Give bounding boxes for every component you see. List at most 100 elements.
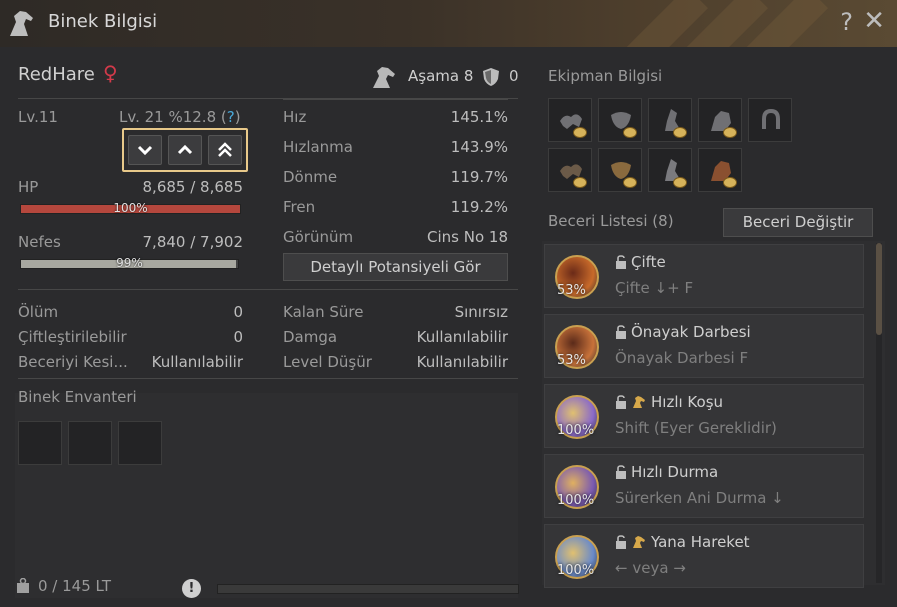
inventory-slot[interactable] [68, 421, 112, 465]
hp-bar: 100% [20, 201, 241, 215]
equip-slot-armor[interactable] [698, 98, 742, 142]
equip-slot-barding[interactable] [648, 98, 692, 142]
stat-label: Hız [283, 108, 307, 126]
equip-slot-saddle-cosmetic[interactable] [548, 148, 592, 192]
skill-progress: 53% [557, 353, 586, 368]
skill-description: Çifte ↓+ F [615, 279, 694, 297]
chevron-up-icon [177, 145, 193, 155]
horse-head-icon [373, 67, 395, 88]
coin-icon [573, 177, 587, 188]
coin-icon [623, 177, 637, 188]
window-title: Binek Bilgisi [48, 11, 158, 32]
inventory-slot[interactable] [18, 421, 62, 465]
equip-slot-armor-cosmetic[interactable] [698, 148, 742, 192]
coin-icon [573, 127, 587, 138]
skill-scrollbar-track[interactable] [876, 243, 882, 583]
help-button[interactable]: ? [840, 8, 853, 36]
skill-card[interactable]: 100% Hızlı Durma Sürerken Ani Durma ↓ [544, 454, 864, 518]
level-label: Lv.11 [18, 108, 58, 126]
stamina-percent: 99% [116, 256, 143, 270]
stat-value: 143.9% [450, 138, 508, 156]
horseshoe-icon [762, 108, 780, 129]
info-label: Level Düşür [283, 353, 372, 371]
stat-value: 119.2% [450, 198, 508, 216]
skill-scrollbar-thumb[interactable] [876, 243, 882, 335]
skill-card[interactable]: 53% Önayak Darbesi Önayak Darbesi F [544, 314, 864, 378]
level-up-button[interactable] [168, 135, 202, 165]
info-label: Beceriyi Kesi... [18, 353, 128, 371]
skill-progress: 100% [557, 493, 595, 508]
stat-label: Fren [283, 198, 316, 216]
title-bar: Binek Bilgisi ? ✕ [0, 0, 897, 47]
view-potential-button[interactable]: Detaylı Potansiyeli Gör [283, 253, 508, 281]
stat-value: 119.7% [450, 168, 508, 186]
equip-slot-saddle[interactable] [548, 98, 592, 142]
coin-icon [723, 127, 737, 138]
divider [18, 289, 518, 290]
coin-icon [673, 177, 687, 188]
weight-value: 0 / 145 LT [38, 577, 111, 595]
info-label: Çiftleştirilebilir [18, 328, 127, 346]
divider [283, 99, 508, 100]
skill-name-text: Yana Hareket [651, 533, 750, 551]
info-value: Kullanılabilir [416, 353, 508, 371]
exp-help-link[interactable]: ? [227, 108, 235, 126]
close-button[interactable]: ✕ [863, 6, 885, 36]
info-value: 0 [233, 303, 243, 321]
horse-logo-icon [10, 11, 33, 36]
hp-percent: 100% [113, 201, 148, 215]
weight-bar [217, 584, 519, 594]
stamina-label: Nefes [18, 233, 61, 251]
equip-slot-stirrup-cosmetic[interactable] [598, 148, 642, 192]
skill-progress: 100% [557, 563, 595, 578]
exp-text: Lv. 21 %12.8 ( [119, 108, 227, 126]
horse-icon [633, 536, 645, 548]
skill-card[interactable]: 100% Hızlı Koşu Shift (Eyer Gereklidir) [544, 384, 864, 448]
unlock-icon [616, 325, 626, 339]
exp-label: Lv. 21 %12.8 (?) [119, 108, 241, 126]
stat-label: Hızlanma [283, 138, 353, 156]
skill-description: Sürerken Ani Durma ↓ [615, 489, 784, 507]
hp-value: 8,685 / 8,685 [142, 178, 243, 196]
horse-icon [633, 396, 645, 408]
skill-card[interactable]: 53% Çifte Çifte ↓+ F [544, 244, 864, 308]
change-skill-button[interactable]: Beceri Değiştir [723, 208, 873, 237]
skill-name: Önayak Darbesi [615, 323, 751, 341]
stat-label: Görünüm [283, 228, 354, 246]
info-label: Damga [283, 328, 338, 346]
coin-icon [723, 177, 737, 188]
skill-name-text: Çifte [631, 253, 666, 271]
inventory-slot[interactable] [118, 421, 162, 465]
info-label: Kalan Süre [283, 303, 364, 321]
warning-icon[interactable]: ! [182, 579, 201, 598]
stat-value: 145.1% [450, 108, 508, 126]
coin-icon [673, 127, 687, 138]
skill-progress: 53% [557, 283, 586, 298]
stamina-bar: 99% [20, 256, 239, 270]
info-value: Kullanılabilir [151, 353, 243, 371]
horse-name: RedHare [18, 64, 95, 85]
level-max-button[interactable] [208, 135, 242, 165]
skill-name: Hızlı Durma [615, 463, 718, 481]
chevron-down-icon [137, 145, 153, 155]
level-down-button[interactable] [128, 135, 162, 165]
shield-value: 0 [509, 67, 519, 85]
stamina-value: 7,840 / 7,902 [142, 233, 243, 251]
unlock-icon [616, 395, 626, 409]
skill-card[interactable]: 100% Yana Hareket ← veya → [544, 524, 864, 588]
info-value: Kullanılabilir [416, 328, 508, 346]
equip-slot-horseshoe[interactable] [748, 98, 792, 142]
unlock-icon [616, 465, 626, 479]
coin-icon [623, 127, 637, 138]
skill-progress: 100% [557, 423, 595, 438]
skill-name-text: Hızlı Koşu [651, 393, 724, 411]
equip-slot-stirrup[interactable] [598, 98, 642, 142]
skill-name-text: Hızlı Durma [631, 463, 719, 481]
hp-label: HP [18, 178, 39, 196]
skill-name: Hızlı Koşu [615, 393, 723, 411]
stat-value: Cins No 18 [427, 228, 508, 246]
info-label: Ölüm [18, 303, 59, 321]
equip-slot-barding-cosmetic[interactable] [648, 148, 692, 192]
unlock-icon [616, 535, 626, 549]
inventory-title: Binek Envanteri [18, 388, 137, 406]
